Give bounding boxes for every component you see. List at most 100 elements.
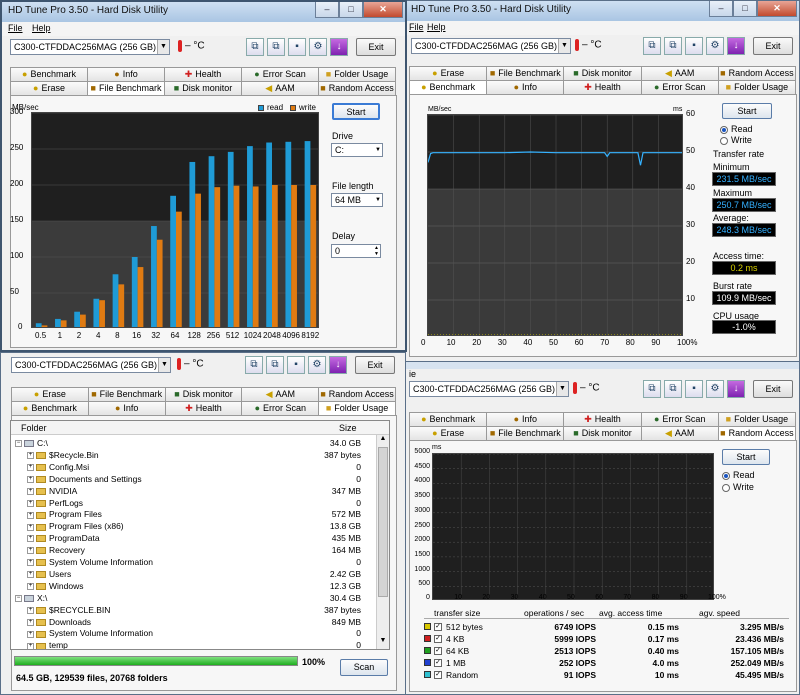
menu-file[interactable]: File: [8, 23, 23, 33]
copy-info-icon[interactable]: ⧉: [643, 380, 661, 398]
copy-info-icon[interactable]: ⧉: [246, 38, 264, 56]
folder-row[interactable]: + Config.Msi 0: [11, 461, 375, 473]
download-icon[interactable]: ↓: [727, 37, 745, 55]
random-access-start-button[interactable]: Start: [722, 449, 770, 465]
collapse-icon[interactable]: −: [15, 440, 22, 448]
stepper-arrows-icon[interactable]: ▲ ▼: [374, 245, 379, 257]
tab-folder-usage[interactable]: ■ Folder Usage: [717, 80, 797, 94]
expand-icon[interactable]: +: [27, 452, 34, 460]
save-icon[interactable]: ▪: [685, 37, 703, 55]
minimize-icon[interactable]: –: [315, 2, 339, 18]
folder-row[interactable]: + $Recycle.Bin 387 bytes: [11, 449, 375, 461]
tab-erase[interactable]: ● Erase: [11, 387, 89, 401]
random-access-write-option[interactable]: Write: [722, 482, 754, 492]
delay-stepper[interactable]: 0 ▲ ▼: [331, 244, 381, 258]
tab-disk-monitor[interactable]: ■ Disk monitor: [164, 81, 242, 95]
download-icon[interactable]: ↓: [727, 380, 745, 398]
options-icon[interactable]: ⚙: [706, 380, 724, 398]
tab-erase[interactable]: ● Erase: [409, 426, 488, 440]
menu-help[interactable]: Help: [32, 23, 51, 33]
folder-row[interactable]: + ProgramData 435 MB: [11, 532, 375, 544]
drive-select[interactable]: C300-CTFDDAC256MAG (256 GB) ▼: [11, 357, 171, 373]
tab-random-access[interactable]: ■ Random Access: [717, 66, 797, 80]
benchmark-read-option[interactable]: Read: [720, 124, 753, 134]
copy-info-icon[interactable]: ⧉: [245, 356, 263, 374]
tab-error-scan[interactable]: ● Error Scan: [640, 412, 719, 426]
close-icon[interactable]: ✕: [363, 2, 403, 18]
folder-row[interactable]: − C:\ 34.0 GB: [11, 437, 375, 449]
tab-benchmark[interactable]: ● Benchmark: [409, 80, 488, 95]
folder-row[interactable]: + Documents and Settings 0: [11, 473, 375, 485]
tab-file-benchmark[interactable]: ■ File Benchmark: [87, 81, 165, 96]
options-icon[interactable]: ⚙: [706, 37, 724, 55]
folder-row[interactable]: + PerfLogs 0: [11, 497, 375, 509]
expand-icon[interactable]: +: [27, 606, 34, 614]
options-icon[interactable]: ⚙: [309, 38, 327, 56]
radio-write[interactable]: [720, 136, 728, 145]
expand-icon[interactable]: +: [27, 571, 34, 579]
folder-row[interactable]: + Program Files 572 MB: [11, 508, 375, 520]
file-benchmark-start-button[interactable]: Start: [332, 103, 380, 120]
exit-button[interactable]: Exit: [753, 380, 793, 398]
tab-health[interactable]: ✚ Health: [164, 67, 242, 81]
save-icon[interactable]: ▪: [288, 38, 306, 56]
tab-random-access[interactable]: ■ Random Access: [318, 81, 396, 95]
expand-icon[interactable]: +: [27, 511, 34, 519]
expand-icon[interactable]: +: [27, 523, 34, 531]
tab-file-benchmark[interactable]: ■ File Benchmark: [486, 66, 565, 80]
folder-row[interactable]: + Program Files (x86) 13.8 GB: [11, 520, 375, 532]
folder-tree[interactable]: Folder Size − C:\ 34.0 GB + $Recycle.Bin 387 …: [10, 420, 390, 650]
scroll-thumb[interactable]: [378, 447, 388, 597]
expand-icon[interactable]: +: [27, 487, 34, 495]
tab-aam[interactable]: ◀ AAM: [241, 387, 320, 401]
save-icon[interactable]: ▪: [685, 380, 703, 398]
folder-row[interactable]: + NVIDIA 347 MB: [11, 485, 375, 497]
download-icon[interactable]: ↓: [329, 356, 347, 374]
tab-disk-monitor[interactable]: ■ Disk monitor: [563, 426, 642, 440]
drive-select[interactable]: C300-CTFDDAC256MAG (256 GB) ▼: [411, 38, 571, 54]
drive-select[interactable]: C300-CTFDDAC256MAG (256 GB) ▼: [409, 381, 569, 397]
folder-row[interactable]: + System Volume Information 0: [11, 627, 375, 639]
folder-row[interactable]: − X:\ 30.4 GB: [11, 592, 375, 604]
tab-error-scan[interactable]: ● Error Scan: [241, 67, 319, 81]
drive-select[interactable]: C300-CTFDDAC256MAG (256 GB) ▼: [10, 39, 170, 55]
file-length-combo[interactable]: 64 MB ▼: [331, 193, 383, 207]
tab-aam[interactable]: ◀ AAM: [640, 66, 719, 80]
tab-benchmark[interactable]: ● Benchmark: [409, 412, 488, 426]
tab-disk-monitor[interactable]: ■ Disk monitor: [164, 387, 243, 401]
tree-scrollbar[interactable]: ▲ ▼: [376, 435, 389, 649]
benchmark-write-option[interactable]: Write: [720, 135, 752, 145]
tab-folder-usage[interactable]: ■ Folder Usage: [318, 401, 396, 416]
maximize-icon[interactable]: □: [733, 1, 757, 17]
copy-info-icon[interactable]: ⧉: [643, 37, 661, 55]
expand-icon[interactable]: +: [27, 583, 34, 591]
expand-icon[interactable]: +: [27, 630, 34, 638]
copy-screenshot-icon[interactable]: ⧉: [267, 38, 285, 56]
tab-benchmark[interactable]: ● Benchmark: [10, 67, 88, 81]
copy-screenshot-icon[interactable]: ⧉: [266, 356, 284, 374]
folder-row[interactable]: + Windows 12.3 GB: [11, 580, 375, 592]
tab-error-scan[interactable]: ● Error Scan: [241, 401, 320, 415]
random-access-read-option[interactable]: Read: [722, 470, 755, 480]
folder-row[interactable]: + Recovery 164 MB: [11, 544, 375, 556]
save-icon[interactable]: ▪: [287, 356, 305, 374]
exit-button[interactable]: Exit: [753, 37, 793, 55]
tab-error-scan[interactable]: ● Error Scan: [640, 80, 719, 94]
tab-erase[interactable]: ● Erase: [409, 66, 488, 80]
expand-icon[interactable]: +: [27, 499, 34, 507]
close-icon[interactable]: ✕: [757, 1, 797, 17]
tab-disk-monitor[interactable]: ■ Disk monitor: [563, 66, 642, 80]
copy-screenshot-icon[interactable]: ⧉: [664, 37, 682, 55]
maximize-icon[interactable]: □: [339, 2, 363, 18]
folder-row[interactable]: + Downloads 849 MB: [11, 616, 375, 628]
copy-screenshot-icon[interactable]: ⧉: [664, 380, 682, 398]
folder-row[interactable]: + Users 2.42 GB: [11, 568, 375, 580]
radio-write[interactable]: [722, 483, 730, 492]
radio-read[interactable]: [720, 125, 728, 134]
tab-info[interactable]: ● Info: [486, 80, 565, 94]
tab-folder-usage[interactable]: ■ Folder Usage: [717, 412, 797, 426]
tab-aam[interactable]: ◀ AAM: [241, 81, 319, 95]
tab-file-benchmark[interactable]: ■ File Benchmark: [486, 426, 565, 440]
tab-aam[interactable]: ◀ AAM: [640, 426, 719, 440]
scan-button[interactable]: Scan: [340, 659, 388, 676]
